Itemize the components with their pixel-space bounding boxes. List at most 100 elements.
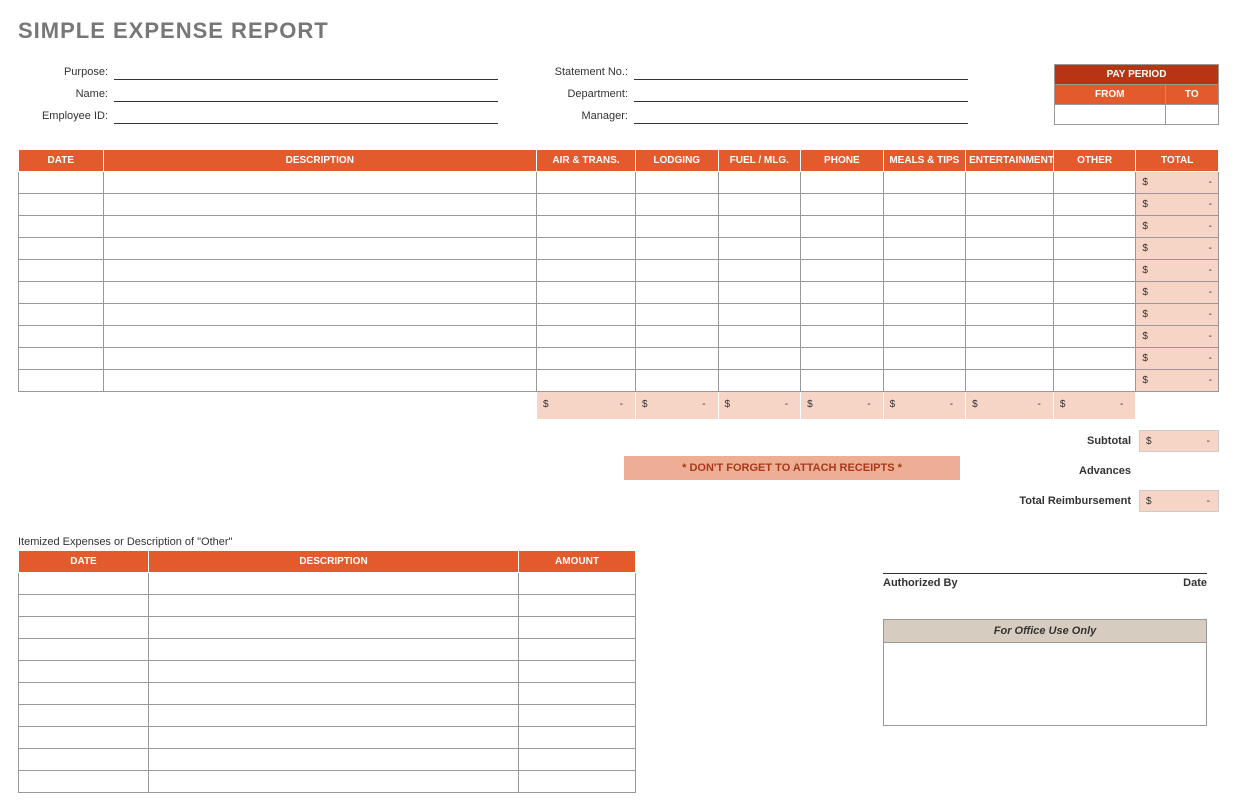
expense-cell[interactable]	[1053, 238, 1136, 260]
expense-cell[interactable]	[103, 194, 536, 216]
pay-period-to-field[interactable]	[1165, 105, 1218, 125]
itemized-cell[interactable]	[519, 617, 636, 639]
pay-period-from-field[interactable]	[1055, 105, 1166, 125]
expense-cell[interactable]	[883, 326, 966, 348]
expense-cell[interactable]	[536, 216, 635, 238]
expense-cell[interactable]	[801, 304, 884, 326]
expense-cell[interactable]	[536, 260, 635, 282]
itemized-cell[interactable]	[19, 595, 149, 617]
expense-cell[interactable]	[883, 282, 966, 304]
expense-cell[interactable]	[1053, 348, 1136, 370]
expense-cell[interactable]	[103, 282, 536, 304]
expense-cell[interactable]	[718, 238, 801, 260]
expense-cell[interactable]	[1053, 304, 1136, 326]
expense-cell[interactable]	[718, 216, 801, 238]
expense-cell[interactable]	[966, 282, 1054, 304]
itemized-cell[interactable]	[19, 771, 149, 793]
expense-cell[interactable]	[801, 194, 884, 216]
expense-cell[interactable]	[801, 260, 884, 282]
expense-cell[interactable]	[19, 304, 104, 326]
expense-cell[interactable]	[718, 370, 801, 392]
expense-cell[interactable]	[966, 304, 1054, 326]
department-field[interactable]	[634, 86, 968, 102]
expense-cell[interactable]	[801, 326, 884, 348]
expense-cell[interactable]	[1053, 194, 1136, 216]
expense-cell[interactable]	[718, 172, 801, 194]
itemized-cell[interactable]	[519, 727, 636, 749]
expense-cell[interactable]	[536, 194, 635, 216]
purpose-field[interactable]	[114, 64, 498, 80]
itemized-cell[interactable]	[519, 661, 636, 683]
expense-cell[interactable]	[636, 348, 719, 370]
expense-cell[interactable]	[883, 216, 966, 238]
expense-cell[interactable]	[19, 216, 104, 238]
expense-cell[interactable]	[966, 172, 1054, 194]
itemized-cell[interactable]	[519, 639, 636, 661]
expense-cell[interactable]	[801, 370, 884, 392]
itemized-cell[interactable]	[149, 727, 519, 749]
itemized-cell[interactable]	[149, 573, 519, 595]
itemized-cell[interactable]	[149, 771, 519, 793]
expense-cell[interactable]	[19, 238, 104, 260]
expense-cell[interactable]	[103, 260, 536, 282]
expense-cell[interactable]	[718, 282, 801, 304]
itemized-cell[interactable]	[19, 617, 149, 639]
expense-cell[interactable]	[801, 216, 884, 238]
expense-cell[interactable]	[883, 194, 966, 216]
expense-cell[interactable]	[103, 172, 536, 194]
manager-field[interactable]	[634, 108, 968, 124]
expense-cell[interactable]	[718, 348, 801, 370]
itemized-cell[interactable]	[19, 727, 149, 749]
expense-cell[interactable]	[883, 304, 966, 326]
itemized-cell[interactable]	[519, 771, 636, 793]
expense-cell[interactable]	[536, 348, 635, 370]
itemized-cell[interactable]	[149, 595, 519, 617]
expense-cell[interactable]	[1053, 370, 1136, 392]
expense-cell[interactable]	[636, 260, 719, 282]
itemized-cell[interactable]	[149, 639, 519, 661]
itemized-cell[interactable]	[519, 705, 636, 727]
expense-cell[interactable]	[718, 304, 801, 326]
expense-cell[interactable]	[801, 172, 884, 194]
expense-cell[interactable]	[801, 348, 884, 370]
itemized-cell[interactable]	[519, 595, 636, 617]
expense-cell[interactable]	[883, 260, 966, 282]
expense-cell[interactable]	[1053, 282, 1136, 304]
expense-cell[interactable]	[636, 304, 719, 326]
itemized-cell[interactable]	[519, 683, 636, 705]
expense-cell[interactable]	[636, 216, 719, 238]
expense-cell[interactable]	[19, 260, 104, 282]
expense-cell[interactable]	[536, 304, 635, 326]
expense-cell[interactable]	[718, 260, 801, 282]
expense-cell[interactable]	[536, 172, 635, 194]
expense-cell[interactable]	[19, 194, 104, 216]
expense-cell[interactable]	[966, 238, 1054, 260]
expense-cell[interactable]	[883, 348, 966, 370]
itemized-cell[interactable]	[19, 705, 149, 727]
expense-cell[interactable]	[966, 326, 1054, 348]
expense-cell[interactable]	[536, 326, 635, 348]
expense-cell[interactable]	[636, 326, 719, 348]
itemized-cell[interactable]	[149, 705, 519, 727]
expense-cell[interactable]	[19, 348, 104, 370]
expense-cell[interactable]	[636, 172, 719, 194]
itemized-cell[interactable]	[149, 683, 519, 705]
itemized-cell[interactable]	[519, 573, 636, 595]
expense-cell[interactable]	[636, 238, 719, 260]
itemized-cell[interactable]	[149, 617, 519, 639]
expense-cell[interactable]	[883, 172, 966, 194]
expense-cell[interactable]	[966, 370, 1054, 392]
itemized-cell[interactable]	[19, 639, 149, 661]
expense-cell[interactable]	[1053, 216, 1136, 238]
expense-cell[interactable]	[536, 282, 635, 304]
expense-cell[interactable]	[636, 282, 719, 304]
itemized-cell[interactable]	[19, 573, 149, 595]
expense-cell[interactable]	[801, 282, 884, 304]
expense-cell[interactable]	[103, 216, 536, 238]
office-use-body[interactable]	[884, 643, 1206, 725]
expense-cell[interactable]	[883, 370, 966, 392]
expense-cell[interactable]	[19, 326, 104, 348]
expense-cell[interactable]	[103, 326, 536, 348]
expense-cell[interactable]	[636, 370, 719, 392]
itemized-cell[interactable]	[19, 661, 149, 683]
